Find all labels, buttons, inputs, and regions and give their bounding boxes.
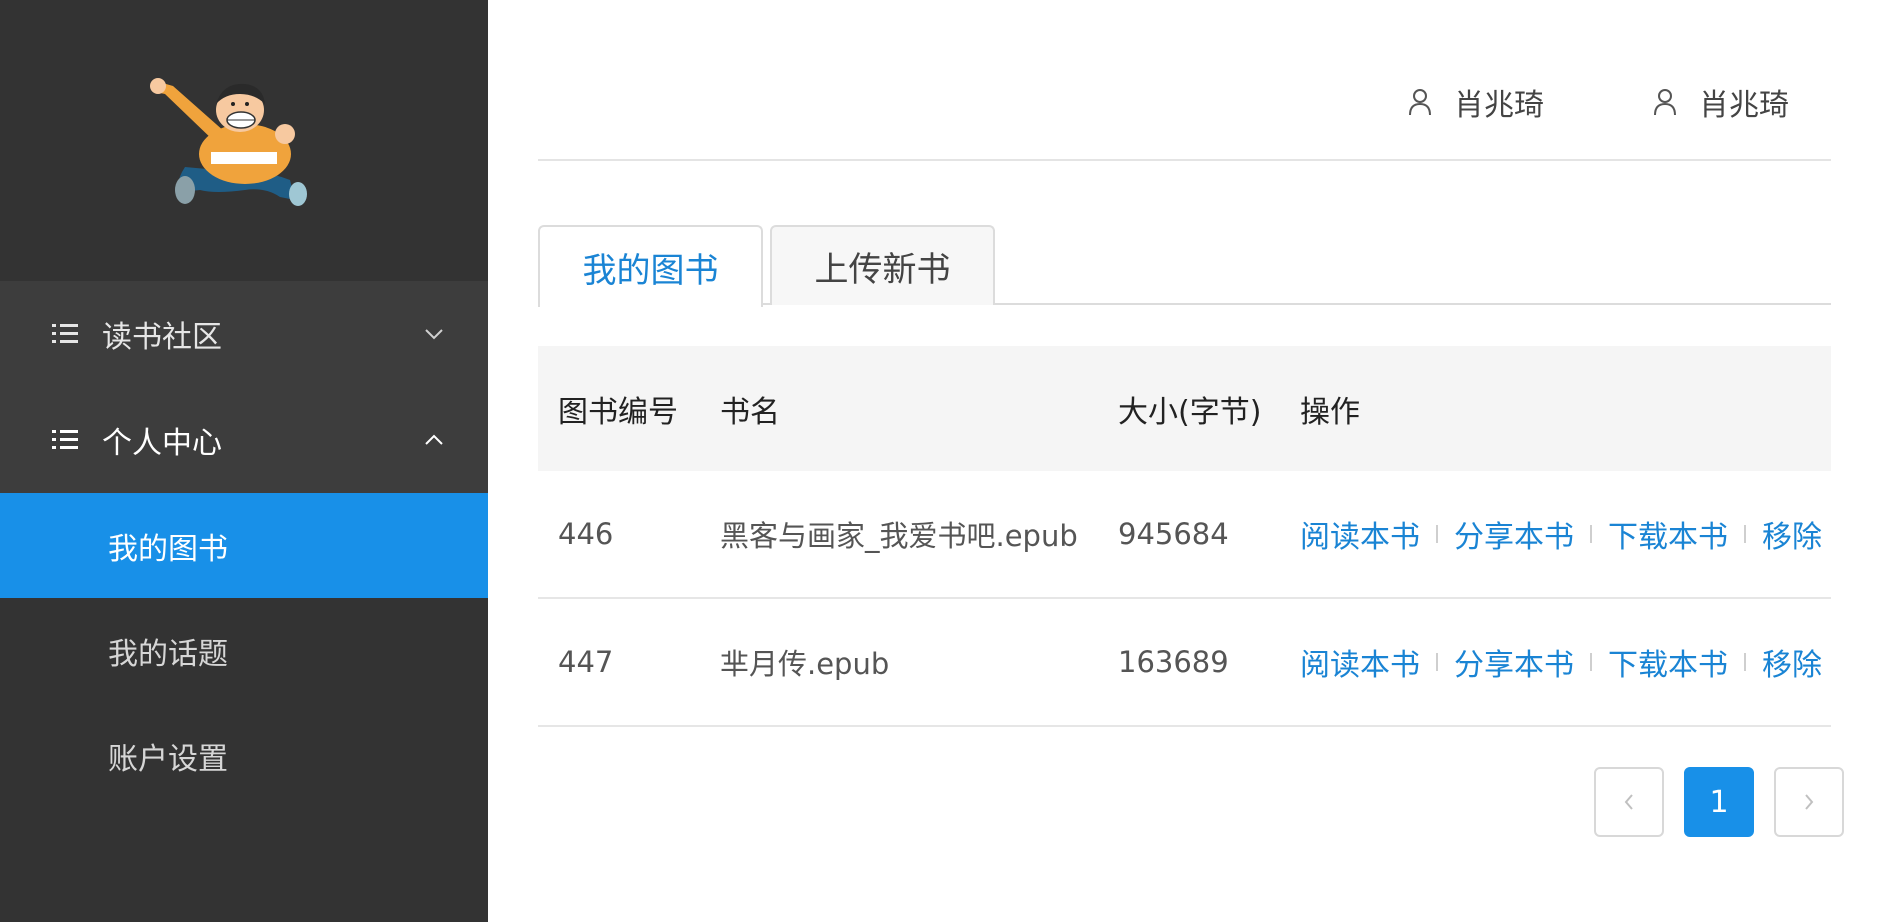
read-book-link[interactable]: 阅读本书: [1300, 512, 1420, 556]
column-header-id: 图书编号: [558, 394, 678, 430]
column-header-size: 大小(字节): [1118, 394, 1262, 430]
tab-label: 我的图书: [582, 250, 719, 291]
book-name: 芈月传.epub: [720, 647, 890, 681]
list-icon: [52, 323, 78, 345]
user-menu-2[interactable]: 肖兆琦: [1653, 80, 1789, 124]
download-book-link[interactable]: 下载本书: [1608, 512, 1728, 556]
share-book-link[interactable]: 分享本书: [1454, 640, 1574, 684]
page-button-current[interactable]: 1: [1684, 767, 1754, 837]
tab-bar: 我的图书 上传新书: [538, 225, 1831, 307]
sidebar: 读书社区 个人中心 我的图书 我的话题 账户设置: [0, 0, 488, 922]
book-size: 163689: [1118, 645, 1229, 679]
user-name: 肖兆琦: [1454, 88, 1544, 123]
prev-page-button[interactable]: [1594, 767, 1664, 837]
remove-book-link[interactable]: 移除: [1762, 512, 1822, 556]
menu-group-personal-center[interactable]: 个人中心: [0, 387, 488, 493]
next-page-button[interactable]: [1774, 767, 1844, 837]
menu-group-label: 读书社区: [102, 320, 222, 355]
divider: [1744, 525, 1746, 543]
chevron-down-icon: [425, 329, 443, 340]
chevron-up-icon: [425, 434, 443, 445]
share-book-link[interactable]: 分享本书: [1454, 512, 1574, 556]
sidebar-item-account-settings[interactable]: 账户设置: [0, 703, 488, 808]
tab-my-books[interactable]: 我的图书: [538, 225, 763, 307]
divider: [1590, 653, 1592, 671]
tab-upload-new-book[interactable]: 上传新书: [770, 225, 995, 305]
pagination: 1: [1594, 767, 1844, 837]
books-table: 图书编号 书名 大小(字节) 操作 446 黑客与画家_我爱书吧.epub 94…: [538, 346, 1831, 727]
cartoon-character-logo: [150, 78, 307, 206]
table-header: 图书编号 书名 大小(字节) 操作: [538, 346, 1831, 471]
sidebar-item-my-topics[interactable]: 我的话题: [0, 598, 488, 703]
logo-area: [0, 0, 488, 281]
row-actions: 阅读本书 分享本书 下载本书 移除: [1300, 640, 1822, 684]
list-icon: [52, 429, 78, 451]
user-icon: [1409, 89, 1431, 116]
tab-label: 上传新书: [814, 249, 951, 290]
chevron-left-icon: [1624, 794, 1633, 810]
read-book-link[interactable]: 阅读本书: [1300, 640, 1420, 684]
header: 肖兆琦 肖兆琦: [538, 0, 1831, 161]
column-header-name: 书名: [720, 394, 780, 430]
menu-group-reading-community[interactable]: 读书社区: [0, 281, 488, 387]
chevron-right-icon: [1805, 794, 1814, 810]
book-id: 446: [558, 517, 614, 551]
divider: [1744, 653, 1746, 671]
book-id: 447: [558, 645, 614, 679]
table-row: 447 芈月传.epub 163689 阅读本书 分享本书 下载本书 移除: [538, 599, 1831, 727]
divider: [1436, 525, 1438, 543]
column-header-actions: 操作: [1300, 394, 1360, 430]
table-row: 446 黑客与画家_我爱书吧.epub 945684 阅读本书 分享本书 下载本…: [538, 471, 1831, 599]
sidebar-item-label: 我的图书: [108, 531, 228, 567]
menu-group-label: 个人中心: [102, 426, 222, 461]
divider: [1436, 653, 1438, 671]
user-icon: [1654, 89, 1676, 116]
page-number: 1: [1709, 784, 1729, 820]
user-name: 肖兆琦: [1699, 88, 1789, 123]
user-menu-1[interactable]: 肖兆琦: [1408, 80, 1544, 124]
main-content: 肖兆琦 肖兆琦 我的图书 上传新书 图书编号 书名 大小(字节) 操作 446 …: [488, 0, 1879, 922]
remove-book-link[interactable]: 移除: [1762, 640, 1822, 684]
divider: [1590, 525, 1592, 543]
sidebar-item-label: 我的话题: [108, 636, 228, 672]
book-name: 黑客与画家_我爱书吧.epub: [720, 519, 1078, 553]
sidebar-item-my-books[interactable]: 我的图书: [0, 493, 488, 598]
row-actions: 阅读本书 分享本书 下载本书 移除: [1300, 512, 1822, 556]
book-size: 945684: [1118, 517, 1229, 551]
download-book-link[interactable]: 下载本书: [1608, 640, 1728, 684]
sidebar-item-label: 账户设置: [108, 741, 228, 777]
